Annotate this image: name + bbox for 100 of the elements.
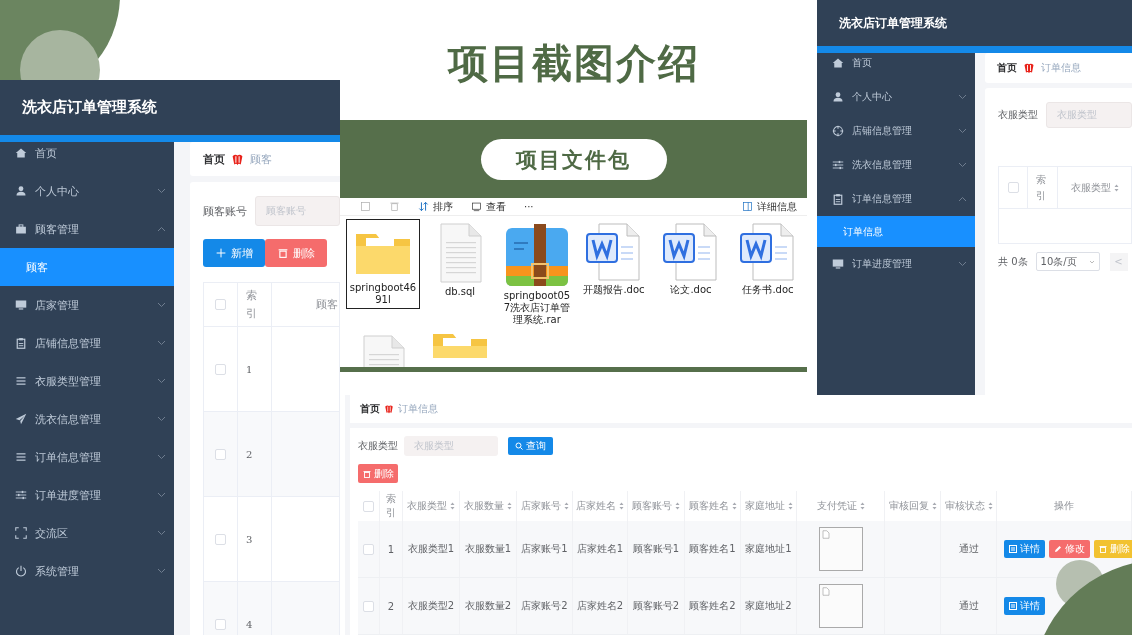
table-header-cell: 衣服数量 <box>464 499 504 513</box>
details-button[interactable]: 详细信息 <box>742 199 797 214</box>
broken-image-icon <box>821 587 830 596</box>
menu-item[interactable]: 订单进度管理 <box>0 476 174 514</box>
user-icon <box>832 91 844 103</box>
breadcrumb-home[interactable]: 首页 <box>997 61 1017 75</box>
table-cell: 家庭地址2 <box>745 599 792 613</box>
search-icon <box>515 442 523 450</box>
menu-item[interactable]: 首页 <box>0 134 174 172</box>
edit-icon <box>1054 545 1062 553</box>
add-button[interactable]: 新增 <box>203 239 265 267</box>
archive-icon <box>504 222 570 288</box>
table-header-cell: 衣服类型 <box>1071 180 1111 195</box>
table-header-cell: 审核状态 <box>944 499 985 513</box>
table-header-cell: 店家账号 <box>520 499 561 513</box>
menu-item[interactable]: 首页 <box>817 46 975 80</box>
row-checkbox[interactable] <box>215 618 226 630</box>
file-item[interactable]: 开题报告.doc <box>581 219 647 299</box>
table-cell: 通过 <box>958 599 979 613</box>
table-cell: 顾客账号1 <box>632 542 680 556</box>
table-header-cell-text: 索引 <box>246 287 257 322</box>
table-cell: 衣服数量1 <box>464 542 512 556</box>
table-header-cell: 操作 <box>1054 499 1074 513</box>
page-heading: 项目截图介绍 <box>446 39 701 88</box>
word-document-icon <box>585 222 643 282</box>
breadcrumb-home[interactable]: 首页 <box>203 151 225 167</box>
search-button[interactable]: 查询 <box>508 437 553 455</box>
home-icon <box>832 57 844 69</box>
broken-image-icon <box>821 530 830 539</box>
detail-button[interactable]: 详情 <box>1004 597 1045 615</box>
table-cell: 1 <box>246 363 253 375</box>
menu-item[interactable]: 洗衣信息管理 <box>817 148 975 182</box>
page-size-select[interactable]: 10条/页 <box>1035 252 1100 271</box>
menu-item[interactable]: 交流区 <box>0 514 174 552</box>
menu-item[interactable]: 系统管理 <box>0 552 174 590</box>
select-all-checkbox[interactable] <box>1007 182 1019 193</box>
file-item[interactable] <box>431 331 489 361</box>
table-cell: 顾客账号2 <box>632 599 680 613</box>
row-checkbox[interactable] <box>363 600 374 612</box>
table-cell: 顾客姓名2 <box>689 599 736 613</box>
table-cell: 衣服数量2 <box>464 599 512 613</box>
delete-icon <box>389 201 400 212</box>
table-cell: 3 <box>246 533 253 545</box>
search-label: 衣服类型 <box>358 439 398 453</box>
row-checkbox[interactable] <box>215 533 226 545</box>
briefcase-icon <box>15 223 27 235</box>
detail-icon <box>1009 545 1017 553</box>
word-document-icon <box>662 222 720 282</box>
search-label: 衣服类型 <box>998 108 1038 122</box>
menu-item[interactable]: 订单信息管理 <box>817 182 975 216</box>
breadcrumb-home[interactable]: 首页 <box>360 402 380 416</box>
file-item[interactable]: 任务书.doc <box>737 219 799 299</box>
menu-item[interactable]: 店铺信息管理 <box>0 324 174 362</box>
menu-item[interactable]: 个人中心 <box>817 80 975 114</box>
table-cell: 2 <box>246 448 253 460</box>
detail-button[interactable]: 详情 <box>1004 540 1045 558</box>
monitor-icon <box>15 299 27 311</box>
file-item[interactable]: db.sql <box>433 219 487 301</box>
table-header-cell: 顾客 <box>316 297 338 312</box>
monitor-icon <box>832 258 844 270</box>
details-pane-icon <box>742 201 753 212</box>
table-cell: 店家账号1 <box>521 542 568 556</box>
table-cell: 衣服类型2 <box>407 599 455 613</box>
breadcrumb-icon <box>1023 62 1035 74</box>
menu-item[interactable]: 衣服类型管理 <box>0 362 174 400</box>
select-all-checkbox[interactable] <box>215 299 226 310</box>
menu-item[interactable]: 店家管理 <box>0 286 174 324</box>
plus-icon <box>215 248 226 258</box>
corners-icon <box>15 527 27 539</box>
row-checkbox[interactable] <box>215 448 226 460</box>
menu-item[interactable]: 个人中心 <box>0 172 174 210</box>
breadcrumb-current: 顾客 <box>250 151 272 167</box>
menu-item[interactable]: 店铺信息管理 <box>817 114 975 148</box>
sort-menu[interactable]: 排序 <box>418 199 453 214</box>
file-item[interactable]: springboot057洗衣店订单管理系统.rar <box>500 219 574 329</box>
clipboard-icon <box>832 193 844 205</box>
view-menu[interactable]: 查看 <box>471 199 506 214</box>
sort-icon <box>1114 183 1119 192</box>
section-label: 项目文件包 <box>480 139 667 180</box>
menu-item[interactable]: 订单信息管理 <box>0 438 174 476</box>
row-checkbox[interactable] <box>215 363 226 375</box>
trash-icon <box>1099 545 1107 553</box>
table-header-cell: 顾客姓名 <box>688 499 729 513</box>
menu-item[interactable]: 洗衣信息管理 <box>0 400 174 438</box>
detail-icon <box>1009 602 1017 610</box>
caret-icon <box>1088 259 1095 264</box>
row-checkbox[interactable] <box>363 543 374 555</box>
table-header-cell: 家庭地址 <box>744 499 785 513</box>
table-header-cell: 审核回复 <box>888 499 929 513</box>
table-cell: 顾客姓名1 <box>689 542 736 556</box>
menu-item[interactable]: 订单进度管理 <box>817 247 975 281</box>
sliders-icon <box>15 489 27 501</box>
file-item[interactable]: springboot4691l <box>346 219 420 309</box>
table-cell: 店家账号2 <box>521 599 568 613</box>
file-item[interactable]: 论文.doc <box>660 219 722 299</box>
table-header-cell: 衣服类型 <box>407 499 447 513</box>
more-button[interactable]: ··· <box>524 201 534 212</box>
select-all-checkbox[interactable] <box>363 500 374 512</box>
menu-item[interactable]: 顾客管理 <box>0 210 174 248</box>
table-cell: 通过 <box>958 542 979 556</box>
